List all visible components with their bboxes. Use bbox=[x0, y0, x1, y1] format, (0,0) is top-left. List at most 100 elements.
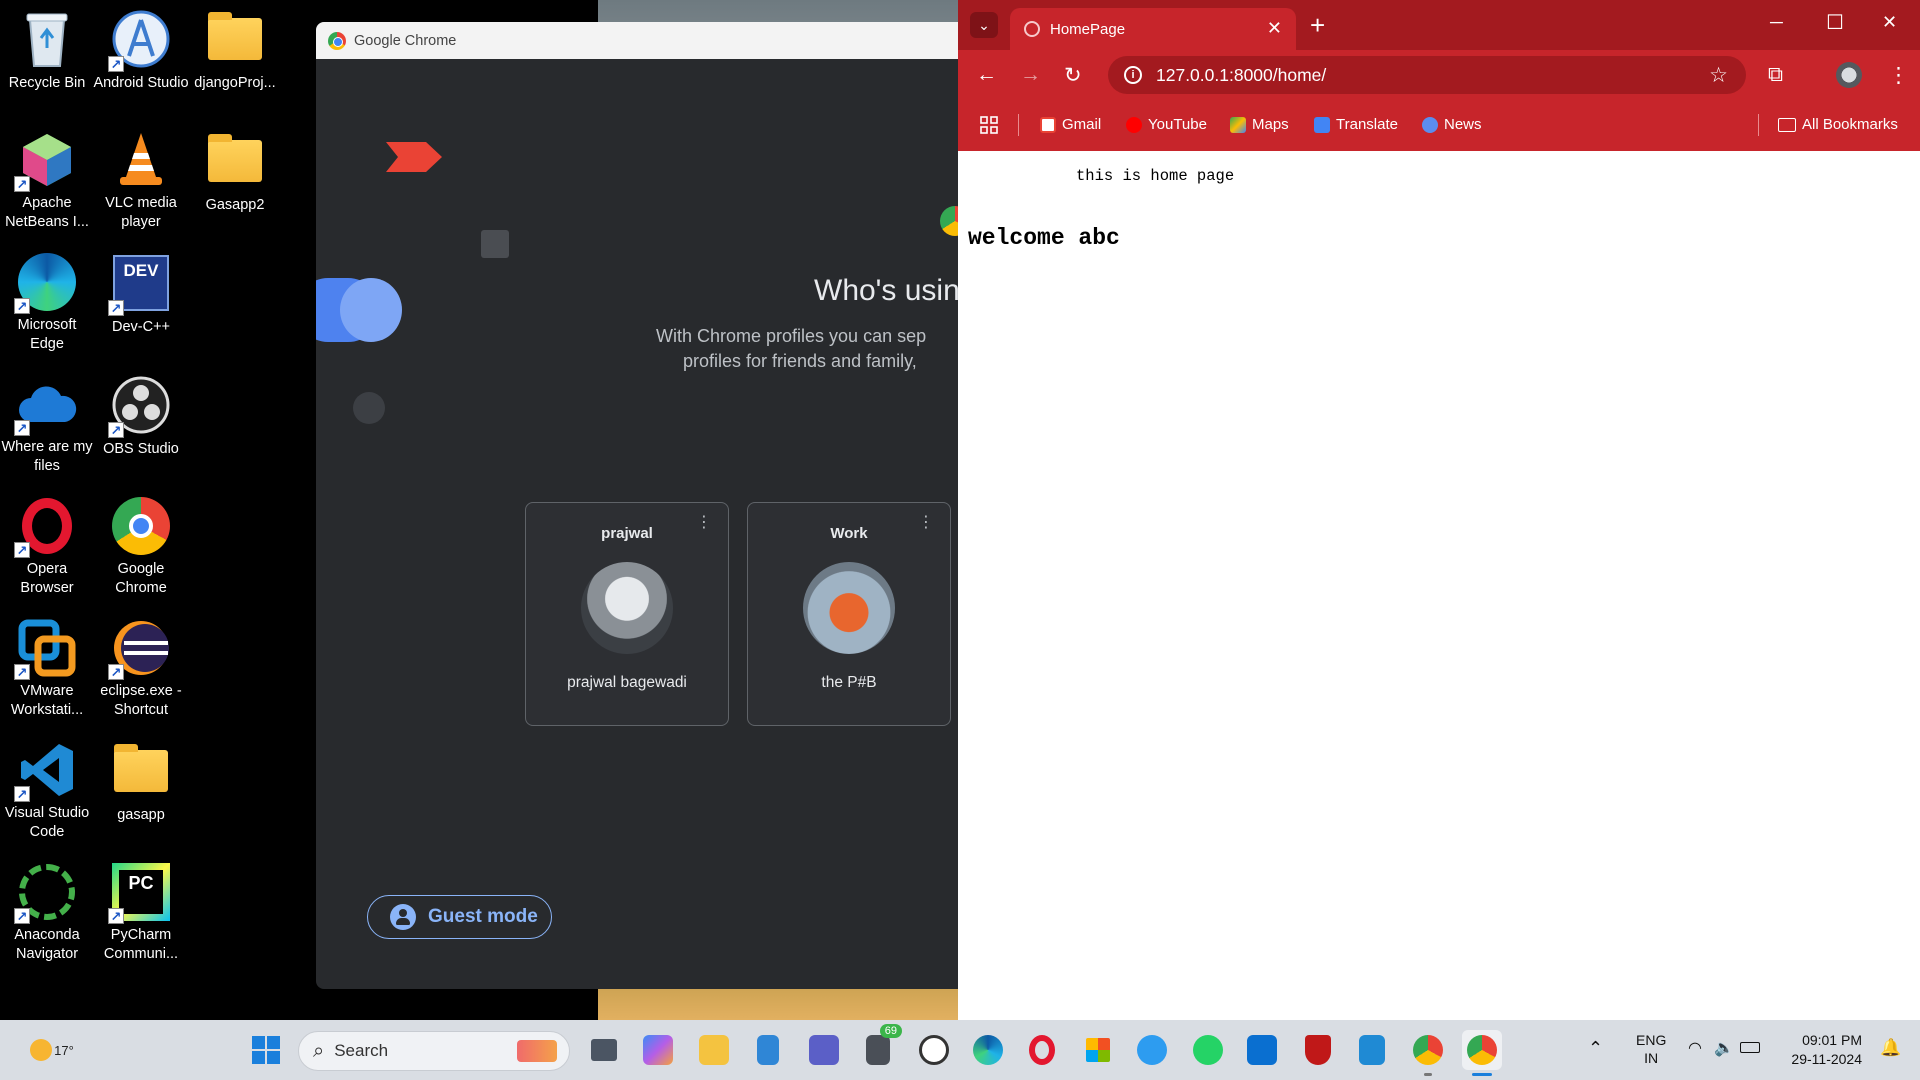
desktop-icon-eclipse[interactable]: ↗ eclipse.exe - Shortcut bbox=[96, 610, 186, 720]
recycle-bin-icon bbox=[16, 8, 78, 70]
region-code: IN bbox=[1644, 1050, 1659, 1066]
chrome-icon bbox=[110, 496, 172, 556]
desktop-icon-label: Recycle Bin bbox=[8, 75, 86, 91]
taskbar-vscode[interactable] bbox=[1352, 1030, 1392, 1070]
desktop-icon-netbeans[interactable]: ↗ Apache NetBeans I... bbox=[2, 122, 92, 232]
bookmark-star-icon[interactable]: ☆ bbox=[1709, 63, 1728, 88]
taskbar-clock-app[interactable] bbox=[914, 1030, 954, 1070]
taskbar-whatsapp[interactable] bbox=[1188, 1030, 1228, 1070]
taskbar-store[interactable] bbox=[1078, 1030, 1118, 1070]
taskbar: 17° ⌕ Search 69 ⌃ ENG IN ◠ 🔈 09:01 PM 29… bbox=[0, 1020, 1920, 1080]
menu-kebab-icon[interactable]: ⋮ bbox=[1888, 63, 1909, 88]
desktop-icon-django-folder[interactable]: djangoProj... bbox=[190, 0, 280, 110]
desktop-icon-devcpp[interactable]: DEV ↗ Dev-C++ bbox=[96, 244, 186, 354]
more-options-icon[interactable]: ⋮ bbox=[696, 515, 712, 531]
volume-icon[interactable]: 🔈 bbox=[1714, 1038, 1734, 1058]
tab-search-button[interactable]: ⌄ bbox=[970, 12, 998, 38]
desktop-icon-anaconda[interactable]: ↗ Anaconda Navigator bbox=[2, 854, 92, 964]
battery-icon[interactable] bbox=[1740, 1042, 1760, 1053]
profile-window-titlebar[interactable]: Google Chrome bbox=[316, 22, 960, 59]
divider bbox=[1018, 114, 1019, 136]
page-title: Who's usin bbox=[814, 274, 960, 307]
bookmark-gmail[interactable]: Gmail bbox=[1040, 116, 1101, 133]
chevron-up-icon[interactable]: ⌃ bbox=[1588, 1038, 1603, 1059]
all-bookmarks-button[interactable]: All Bookmarks bbox=[1778, 116, 1898, 133]
desktop-icon-gasapp2[interactable]: Gasapp2 bbox=[190, 122, 280, 232]
desktop-icon-vmware[interactable]: ↗ VMware Workstati... bbox=[2, 610, 92, 720]
guest-mode-button[interactable]: Guest mode bbox=[367, 895, 552, 939]
minimize-icon[interactable]: ─ bbox=[1770, 12, 1783, 33]
taskbar-chrome-profile[interactable] bbox=[1462, 1030, 1502, 1076]
address-bar[interactable]: i 127.0.0.1:8000/home/ ☆ bbox=[1108, 56, 1746, 94]
taskbar-teams[interactable] bbox=[804, 1030, 844, 1070]
reload-icon[interactable]: ↻ bbox=[1064, 63, 1082, 88]
bookmark-label: Gmail bbox=[1062, 116, 1102, 133]
desktop-icon-label: Google Chrome bbox=[115, 561, 167, 596]
bookmark-maps[interactable]: Maps bbox=[1230, 116, 1289, 133]
desktop-icon-vlc[interactable]: VLC media player bbox=[96, 122, 186, 232]
start-button[interactable] bbox=[246, 1030, 286, 1070]
clock[interactable]: 09:01 PM 29-11-2024 bbox=[1780, 1031, 1862, 1069]
tab-homepage[interactable]: HomePage ✕ bbox=[1010, 8, 1296, 50]
shortcut-arrow-icon: ↗ bbox=[14, 664, 30, 680]
more-options-icon[interactable]: ⋮ bbox=[918, 515, 934, 531]
desktop-icon-label: Anaconda Navigator bbox=[14, 927, 80, 962]
close-window-icon[interactable]: ✕ bbox=[1882, 12, 1897, 33]
forward-icon[interactable]: → bbox=[1020, 63, 1041, 87]
profile-card-prajwal[interactable]: prajwal ⋮ prajwal bagewadi bbox=[525, 502, 729, 726]
profile-card-work[interactable]: Work ⋮ the P#B bbox=[747, 502, 951, 726]
wifi-icon[interactable]: ◠ bbox=[1688, 1038, 1702, 1058]
weather-widget[interactable]: 17° bbox=[22, 1030, 82, 1070]
new-tab-button[interactable]: + bbox=[1310, 10, 1325, 41]
maximize-icon[interactable]: ☐ bbox=[1826, 10, 1844, 35]
profile-avatar-icon[interactable] bbox=[1836, 62, 1862, 88]
close-tab-icon[interactable]: ✕ bbox=[1267, 18, 1282, 39]
taskbar-app-badge[interactable]: 69 bbox=[858, 1024, 902, 1070]
taskbar-chrome[interactable] bbox=[1408, 1030, 1448, 1076]
shield-icon bbox=[1305, 1035, 1331, 1065]
desktop-icon-android-studio[interactable]: ↗ Android Studio bbox=[93, 0, 189, 110]
translate-icon bbox=[1314, 116, 1330, 133]
extensions-icon[interactable]: ⧉ bbox=[1768, 63, 1783, 87]
desktop-icon-google-chrome[interactable]: Google Chrome bbox=[96, 488, 186, 598]
language-indicator[interactable]: ENG IN bbox=[1636, 1031, 1666, 1067]
taskbar-help[interactable] bbox=[1132, 1030, 1172, 1070]
bookmark-youtube[interactable]: YouTube bbox=[1126, 116, 1207, 133]
taskbar-notepad[interactable] bbox=[748, 1030, 788, 1070]
taskbar-search[interactable]: ⌕ Search bbox=[298, 1031, 570, 1071]
bookmark-label: YouTube bbox=[1148, 116, 1207, 133]
taskbar-mcafee[interactable] bbox=[1298, 1030, 1338, 1070]
desktop-icon-recycle-bin[interactable]: Recycle Bin bbox=[2, 0, 92, 110]
desktop-icon-obs[interactable]: ↗ OBS Studio bbox=[96, 366, 186, 476]
profile-full-name: prajwal bagewadi bbox=[567, 674, 687, 691]
taskbar-task-view[interactable] bbox=[584, 1030, 624, 1070]
url-text: 127.0.0.1:8000/home/ bbox=[1156, 64, 1327, 85]
taskbar-copilot[interactable] bbox=[638, 1030, 678, 1070]
shortcut-arrow-icon: ↗ bbox=[108, 422, 124, 438]
site-info-icon[interactable]: i bbox=[1124, 66, 1142, 84]
desktop-icon-vscode[interactable]: ↗ Visual Studio Code bbox=[2, 732, 92, 842]
desktop-icon-opera[interactable]: ↗ Opera Browser bbox=[2, 488, 92, 598]
apps-grid-icon[interactable] bbox=[980, 116, 998, 134]
desktop-icon-gasapp[interactable]: gasapp bbox=[96, 732, 186, 842]
taskbar-myhp[interactable] bbox=[1242, 1030, 1282, 1070]
taskbar-opera[interactable] bbox=[1022, 1030, 1062, 1070]
page-content: this is home page welcome abc bbox=[958, 151, 1920, 1020]
bookmark-translate[interactable]: Translate bbox=[1314, 116, 1398, 133]
shortcut-arrow-icon: ↗ bbox=[108, 300, 124, 316]
notification-bell-icon[interactable]: 🔔 bbox=[1880, 1038, 1901, 1058]
guest-mode-label: Guest mode bbox=[428, 906, 538, 927]
desktop-icon-edge[interactable]: ↗ Microsoft Edge bbox=[2, 244, 92, 354]
chrome-browser-window: ⌄ HomePage ✕ + ─ ☐ ✕ ← → ↻ i 127.0.0.1:8… bbox=[958, 0, 1920, 1020]
desktop-icon-onedrive[interactable]: ↗ Where are my files bbox=[1, 366, 93, 476]
taskbar-file-explorer[interactable] bbox=[694, 1030, 734, 1070]
active-indicator bbox=[1472, 1073, 1492, 1076]
back-icon[interactable]: ← bbox=[976, 63, 997, 87]
person-icon bbox=[390, 904, 416, 930]
myhp-icon bbox=[1247, 1035, 1277, 1065]
bookmark-news[interactable]: News bbox=[1422, 116, 1482, 133]
desktop-icon-pycharm[interactable]: PC ↗ PyCharm Communi... bbox=[96, 854, 186, 964]
whatsapp-icon bbox=[1193, 1035, 1223, 1065]
desktop-icon-label: Gasapp2 bbox=[205, 197, 265, 213]
taskbar-edge[interactable] bbox=[968, 1030, 1008, 1070]
